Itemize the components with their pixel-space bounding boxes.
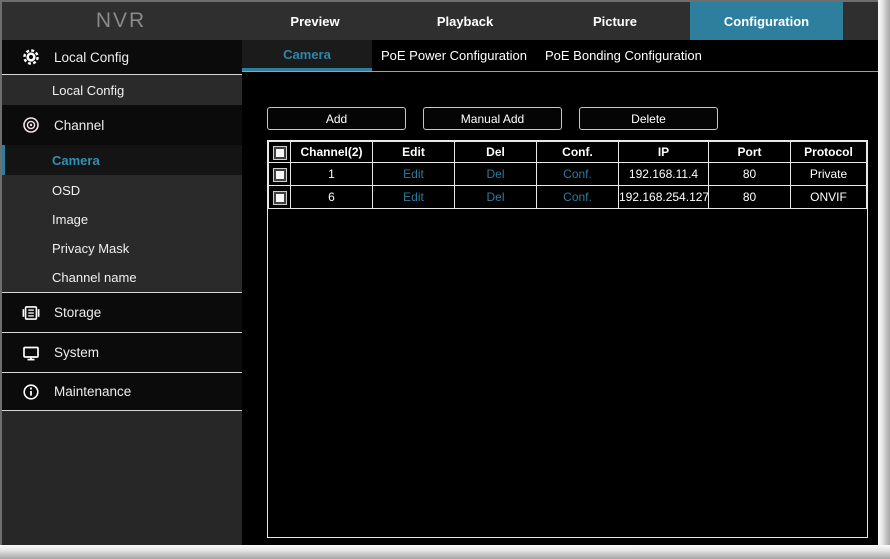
storage-icon: [22, 304, 40, 322]
nvr-app-window: NVR Preview Playback Picture Configurati…: [2, 2, 878, 545]
sidebar-item-maintenance[interactable]: Maintenance: [2, 373, 242, 411]
table-row-channel-1: 1 Edit Del Conf. 192.168.11.4 80 Private: [268, 162, 867, 186]
col-header-conf: Conf.: [536, 141, 619, 163]
sidebar-item-label: Image: [52, 212, 89, 227]
sidebar-item-camera[interactable]: Camera: [2, 145, 242, 175]
main-area: Local Config Local Config Channel Camera…: [2, 40, 878, 545]
window-frame-bottom: [0, 545, 890, 559]
cell-protocol: ONVIF: [790, 185, 867, 209]
cell-ip: 192.168.254.127: [618, 185, 709, 209]
table-row-channel-6: 6 Edit Del Conf. 192.168.254.127 80 ONVI…: [268, 185, 867, 209]
nav-tab-playback[interactable]: Playback: [390, 2, 540, 40]
cell-port: 80: [708, 185, 791, 209]
sidebar: Local Config Local Config Channel Camera…: [2, 40, 242, 545]
sidebar-item-label: Local Config: [54, 49, 130, 65]
subtab-camera[interactable]: Camera: [242, 40, 372, 71]
monitor-icon: [22, 344, 40, 362]
col-header-edit: Edit: [372, 141, 455, 163]
delete-button[interactable]: Delete: [579, 107, 718, 130]
sidebar-item-label: Storage: [54, 305, 102, 320]
sidebar-item-storage[interactable]: Storage: [2, 292, 242, 333]
col-header-protocol: Protocol: [790, 141, 867, 163]
lens-icon: [22, 116, 40, 134]
manual-add-button[interactable]: Manual Add: [423, 107, 562, 130]
sidebar-item-local-config[interactable]: Local Config: [2, 40, 242, 75]
subtab-poe-power-configuration[interactable]: PoE Power Configuration: [372, 40, 536, 71]
sidebar-item-label: Maintenance: [54, 384, 132, 399]
sidebar-item-label: Channel: [54, 117, 105, 133]
sidebar-item-channel-name[interactable]: Channel name: [2, 263, 242, 292]
window-frame-right: [878, 0, 890, 559]
table-header-row: Channel(2) Edit Del Conf. IP Port Protoc…: [268, 141, 867, 163]
sidebar-empty-area: [2, 411, 242, 545]
toolbar: Add Manual Add Delete: [267, 107, 878, 130]
row-select-cell: [268, 185, 291, 209]
row-checkbox[interactable]: [273, 168, 286, 181]
cell-port: 80: [708, 162, 791, 186]
cell-channel: 6: [290, 185, 373, 209]
cell-ip: 192.168.11.4: [618, 162, 709, 186]
col-header-port: Port: [708, 141, 791, 163]
conf-link[interactable]: Conf.: [536, 185, 619, 209]
conf-link[interactable]: Conf.: [536, 162, 619, 186]
sidebar-item-label: Camera: [52, 152, 100, 168]
sidebar-item-label: System: [54, 345, 100, 360]
nav-tab-configuration[interactable]: Configuration: [690, 2, 843, 40]
sidebar-item-local-config-sub[interactable]: Local Config: [2, 75, 242, 105]
camera-table: Channel(2) Edit Del Conf. IP Port Protoc…: [268, 141, 867, 209]
edit-link[interactable]: Edit: [372, 185, 455, 209]
channel-subpanel: Camera OSD Image Privacy Mask Channel na…: [2, 145, 242, 292]
top-bar: NVR Preview Playback Picture Configurati…: [2, 2, 878, 40]
select-all-cell: [268, 141, 291, 163]
info-icon: [22, 383, 40, 401]
camera-table-container: Channel(2) Edit Del Conf. IP Port Protoc…: [267, 140, 868, 538]
subtab-poe-bonding-configuration[interactable]: PoE Bonding Configuration: [536, 40, 711, 71]
main-nav: Preview Playback Picture Configuration: [240, 2, 843, 40]
col-header-ip: IP: [618, 141, 709, 163]
window-frame: NVR Preview Playback Picture Configurati…: [0, 0, 890, 559]
sidebar-item-channel[interactable]: Channel: [2, 105, 242, 145]
sidebar-item-label: Channel name: [52, 270, 137, 285]
nav-tab-preview[interactable]: Preview: [240, 2, 390, 40]
row-checkbox[interactable]: [273, 191, 286, 204]
sidebar-item-osd[interactable]: OSD: [2, 175, 242, 205]
app-logo: NVR: [95, 9, 147, 32]
cell-protocol: Private: [790, 162, 867, 186]
sidebar-item-system[interactable]: System: [2, 333, 242, 373]
edit-link[interactable]: Edit: [372, 162, 455, 186]
cell-channel: 1: [290, 162, 373, 186]
subtab-bar: Camera PoE Power Configuration PoE Bondi…: [242, 40, 878, 72]
sidebar-item-label: Privacy Mask: [52, 241, 130, 256]
del-link[interactable]: Del: [454, 185, 537, 209]
sidebar-item-image[interactable]: Image: [2, 205, 242, 234]
row-select-cell: [268, 162, 291, 186]
content-area: Camera PoE Power Configuration PoE Bondi…: [242, 40, 878, 545]
col-header-del: Del: [454, 141, 537, 163]
add-button[interactable]: Add: [267, 107, 406, 130]
del-link[interactable]: Del: [454, 162, 537, 186]
select-all-checkbox[interactable]: [273, 146, 286, 159]
col-header-channel: Channel(2): [290, 141, 373, 163]
local-config-subpanel: Local Config: [2, 75, 242, 105]
sidebar-item-privacy-mask[interactable]: Privacy Mask: [2, 234, 242, 263]
gear-icon: [22, 48, 40, 66]
nav-tab-picture[interactable]: Picture: [540, 2, 690, 40]
sidebar-item-label: OSD: [52, 182, 81, 198]
sidebar-item-label: Local Config: [52, 82, 125, 98]
